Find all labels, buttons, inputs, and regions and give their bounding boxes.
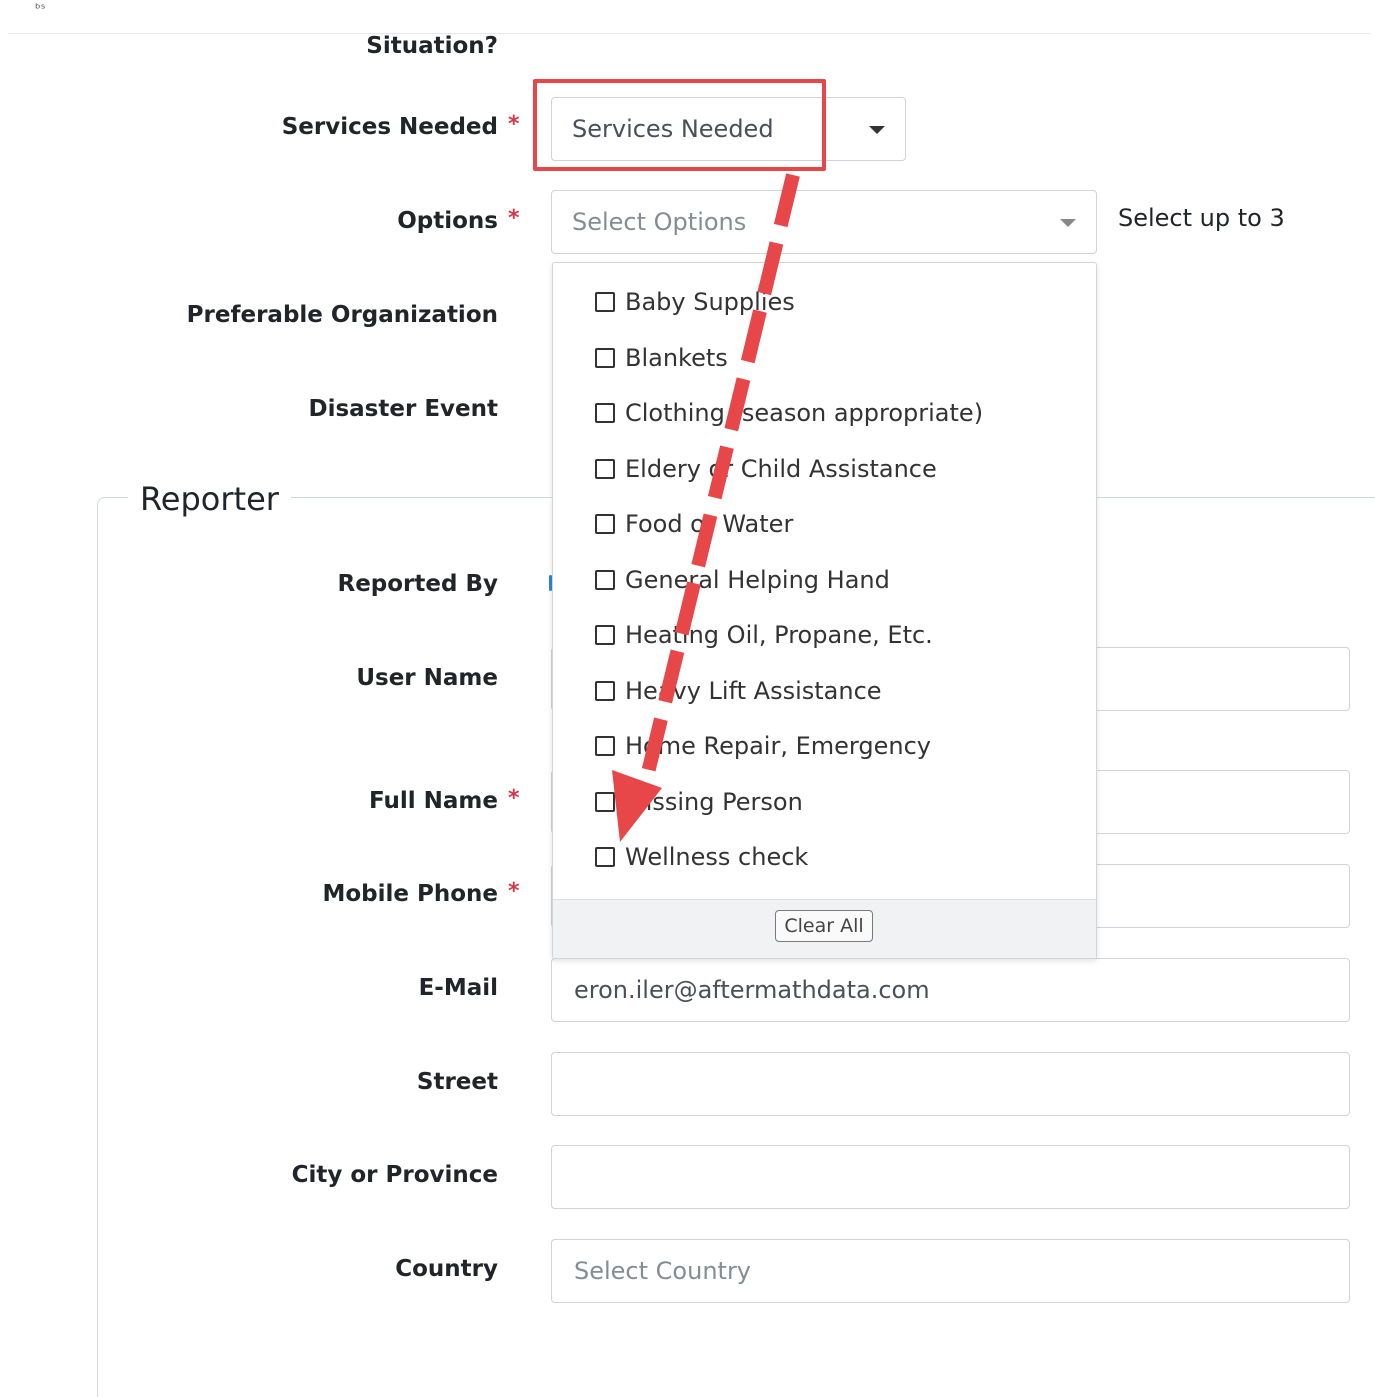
preferable-organization-label: Preferable Organization <box>186 302 498 328</box>
option-label: Heating Oil, Propane, Etc. <box>625 621 933 649</box>
required-mark: * <box>508 879 520 904</box>
option-food-water[interactable]: Food or Water <box>595 507 793 541</box>
checkbox[interactable] <box>595 459 615 479</box>
option-label: Eldery or Child Assistance <box>625 455 937 483</box>
options-hint: Select up to 3 <box>1118 204 1285 232</box>
services-needed-label: Services Needed <box>281 114 498 140</box>
option-label: Blankets <box>625 344 728 372</box>
option-label: Heavy Lift Assistance <box>625 677 882 705</box>
checkbox[interactable] <box>595 792 615 812</box>
option-wellness-check[interactable]: Wellness check <box>595 840 808 874</box>
city-label: City or Province <box>291 1162 498 1188</box>
clear-all-button[interactable]: Clear All <box>775 910 873 942</box>
checkbox[interactable] <box>595 348 615 368</box>
options-label: Options <box>397 208 498 234</box>
situation-label: Situation? <box>366 33 498 59</box>
checkbox[interactable] <box>595 514 615 534</box>
street-label: Street <box>416 1069 498 1095</box>
option-heating-oil[interactable]: Heating Oil, Propane, Etc. <box>595 618 933 652</box>
option-baby-supplies[interactable]: Baby Supplies <box>595 285 795 319</box>
top-divider <box>8 33 1370 34</box>
disaster-event-label: Disaster Event <box>308 396 499 422</box>
option-missing-person[interactable]: Missing Person <box>595 785 803 819</box>
option-label: General Helping Hand <box>625 566 890 594</box>
option-blankets[interactable]: Blankets <box>595 341 728 375</box>
country-placeholder: Select Country <box>574 1257 752 1285</box>
country-label: Country <box>395 1256 498 1282</box>
checkbox[interactable] <box>595 403 615 423</box>
option-label: Food or Water <box>625 510 794 538</box>
email-label: E-Mail <box>418 975 498 1001</box>
email-input[interactable]: eron.iler@aftermathdata.com <box>551 958 1350 1022</box>
required-mark: * <box>508 786 520 811</box>
option-label: Baby Supplies <box>625 288 795 316</box>
full-name-label: Full Name <box>368 788 498 814</box>
mobile-phone-label: Mobile Phone <box>322 881 498 907</box>
option-heavy-lift[interactable]: Heavy Lift Assistance <box>595 674 882 708</box>
country-select[interactable]: Select Country <box>551 1239 1350 1303</box>
chevron-down-icon <box>1060 219 1076 227</box>
chevron-down-icon <box>869 126 885 134</box>
checkbox[interactable] <box>595 681 615 701</box>
option-clothing[interactable]: Clothing (season appropriate) <box>595 396 983 430</box>
checkbox[interactable] <box>595 292 615 312</box>
reporter-legend: Reporter <box>128 480 291 518</box>
email-value: eron.iler@aftermathdata.com <box>574 976 930 1004</box>
required-mark: * <box>508 206 520 231</box>
option-home-repair[interactable]: Home Repair, Emergency <box>595 729 931 763</box>
option-label: Wellness check <box>625 843 809 871</box>
required-mark: * <box>508 112 520 137</box>
checkbox[interactable] <box>595 625 615 645</box>
top-bar: ᵇˢ <box>0 0 1375 34</box>
options-placeholder: Select Options <box>572 208 747 236</box>
checkbox[interactable] <box>595 847 615 867</box>
checkbox[interactable] <box>595 570 615 590</box>
street-input[interactable] <box>551 1052 1350 1116</box>
user-name-label: User Name <box>356 665 498 691</box>
options-select[interactable]: Select Options <box>551 190 1097 254</box>
option-general-helping-hand[interactable]: General Helping Hand <box>595 563 890 597</box>
dropdown-footer: Clear All <box>553 899 1096 958</box>
option-label: Missing Person <box>625 788 803 816</box>
option-label: Clothing (season appropriate) <box>625 399 984 427</box>
annotation-highlight-box <box>533 79 826 171</box>
option-label: Home Repair, Emergency <box>625 732 931 760</box>
corner-glyph: ᵇˢ <box>35 2 46 17</box>
option-eldery-child-assistance[interactable]: Eldery or Child Assistance <box>595 452 937 486</box>
options-dropdown: Baby Supplies Blankets Clothing (season … <box>552 262 1097 959</box>
reported-by-label: Reported By <box>337 571 498 597</box>
checkbox[interactable] <box>595 736 615 756</box>
city-input[interactable] <box>551 1145 1350 1209</box>
